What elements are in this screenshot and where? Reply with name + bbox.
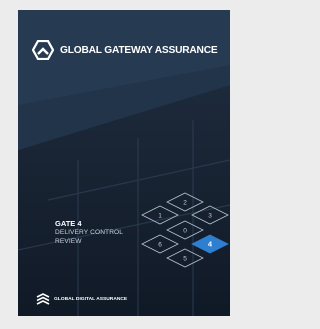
gate-label: 6	[158, 242, 162, 249]
gate-1-node: 1	[141, 205, 179, 225]
gate-5-node: 5	[166, 248, 204, 268]
gate-diagram: 1 2 3 0 6 45	[141, 192, 229, 268]
gate-6-node: 6	[141, 234, 179, 254]
footer-name: GLOBAL DIGITAL ASSURANCE	[54, 296, 128, 302]
gate-label: 5	[183, 256, 187, 263]
gate-label: 1	[158, 213, 162, 220]
gate-3-node: 3	[191, 205, 229, 225]
gate-label: 0	[183, 228, 187, 235]
gate-4-node: 4	[191, 234, 229, 254]
document-cover: GLOBAL GATEWAY ASSURANCE GATE 4 DELIVERY…	[18, 10, 230, 316]
gate-label: 2	[183, 200, 187, 207]
gate-0-node: 0	[166, 220, 204, 240]
gate-2-node: 2	[166, 192, 204, 212]
gate-label: 3	[208, 213, 212, 220]
footer-brand: GLOBAL DIGITAL ASSURANCE	[36, 293, 127, 305]
layered-chevron-logo-icon	[36, 293, 50, 305]
